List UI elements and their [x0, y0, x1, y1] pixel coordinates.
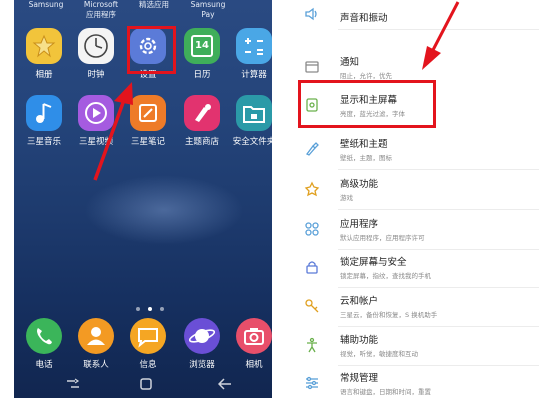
pointer-arrow-settings	[422, 1, 460, 70]
